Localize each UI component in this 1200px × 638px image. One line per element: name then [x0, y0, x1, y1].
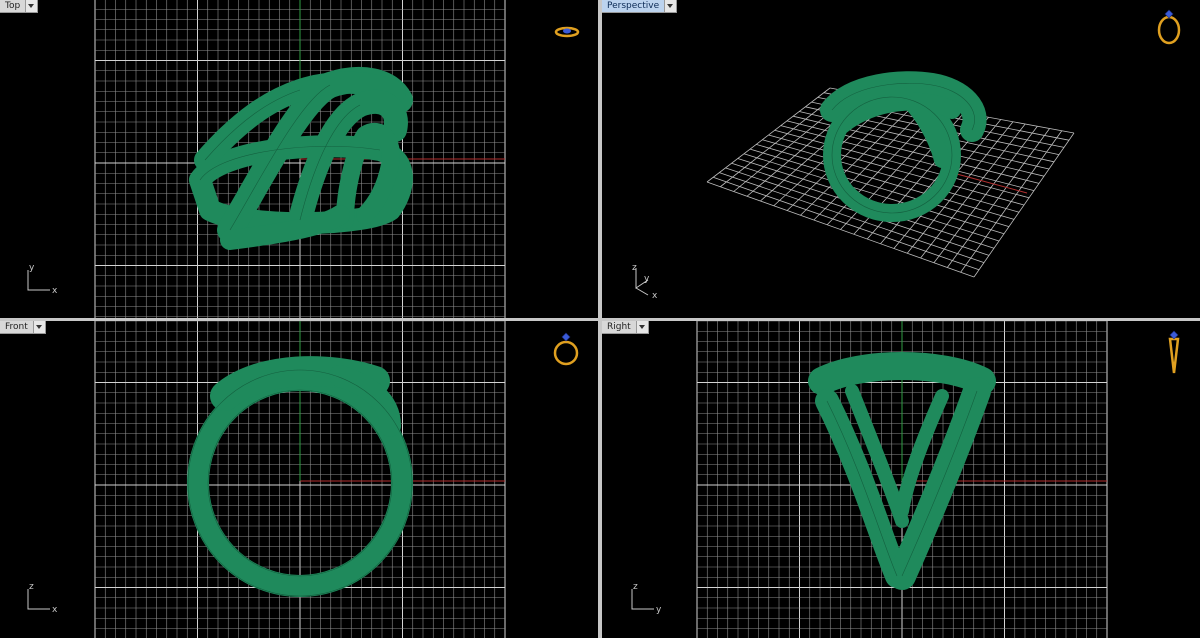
viewport-canvas[interactable]: z y — [602, 321, 1200, 638]
viewport-title[interactable]: Perspective — [602, 0, 666, 13]
grid-line — [973, 132, 1075, 278]
axis-label-y: y — [29, 263, 35, 273]
viewport-layout: Top y x Perspective z y x Front z x Righ… — [0, 0, 1200, 638]
ring-icon[interactable] — [553, 332, 579, 366]
ring-icon[interactable] — [554, 26, 580, 38]
axis-triad — [27, 270, 50, 291]
viewport-top[interactable]: Top y x — [0, 0, 598, 318]
axis-triad — [27, 589, 50, 610]
viewport-title-bar[interactable]: Perspective — [602, 0, 678, 13]
axis-label-z: z — [632, 263, 637, 273]
viewport-front[interactable]: Front z x — [0, 321, 598, 638]
viewport-perspective[interactable]: Perspective z y x — [602, 0, 1200, 318]
axis-label-y: y — [644, 274, 650, 284]
viewport-title[interactable]: Top — [0, 0, 27, 13]
viewport-title[interactable]: Right — [602, 321, 637, 334]
viewport-title-bar[interactable]: Right — [602, 321, 649, 334]
viewport-title-bar[interactable]: Top — [0, 0, 39, 13]
ring-icon[interactable] — [1168, 330, 1180, 374]
axis-label-z: z — [633, 582, 638, 592]
axis-label-x: x — [52, 286, 58, 296]
viewport-canvas[interactable]: z y x — [602, 0, 1200, 318]
viewport-title-bar[interactable]: Front — [0, 321, 46, 334]
chevron-down-icon[interactable] — [33, 321, 46, 334]
axis-label-z: z — [29, 582, 34, 592]
axis-triad — [631, 589, 654, 610]
chevron-down-icon[interactable] — [636, 321, 649, 334]
axis-label-x: x — [652, 291, 658, 301]
axis-label-y: y — [656, 605, 662, 615]
axis-label-x: x — [52, 605, 58, 615]
viewport-title[interactable]: Front — [0, 321, 34, 334]
viewport-right[interactable]: Right z y — [602, 321, 1200, 638]
ring-icon[interactable] — [1157, 9, 1181, 45]
chevron-down-icon[interactable] — [665, 0, 678, 13]
perspective-grid — [706, 87, 1075, 278]
viewport-canvas[interactable]: y x — [0, 0, 598, 318]
chevron-down-icon[interactable] — [26, 0, 39, 13]
viewport-canvas[interactable]: z x — [0, 321, 598, 638]
